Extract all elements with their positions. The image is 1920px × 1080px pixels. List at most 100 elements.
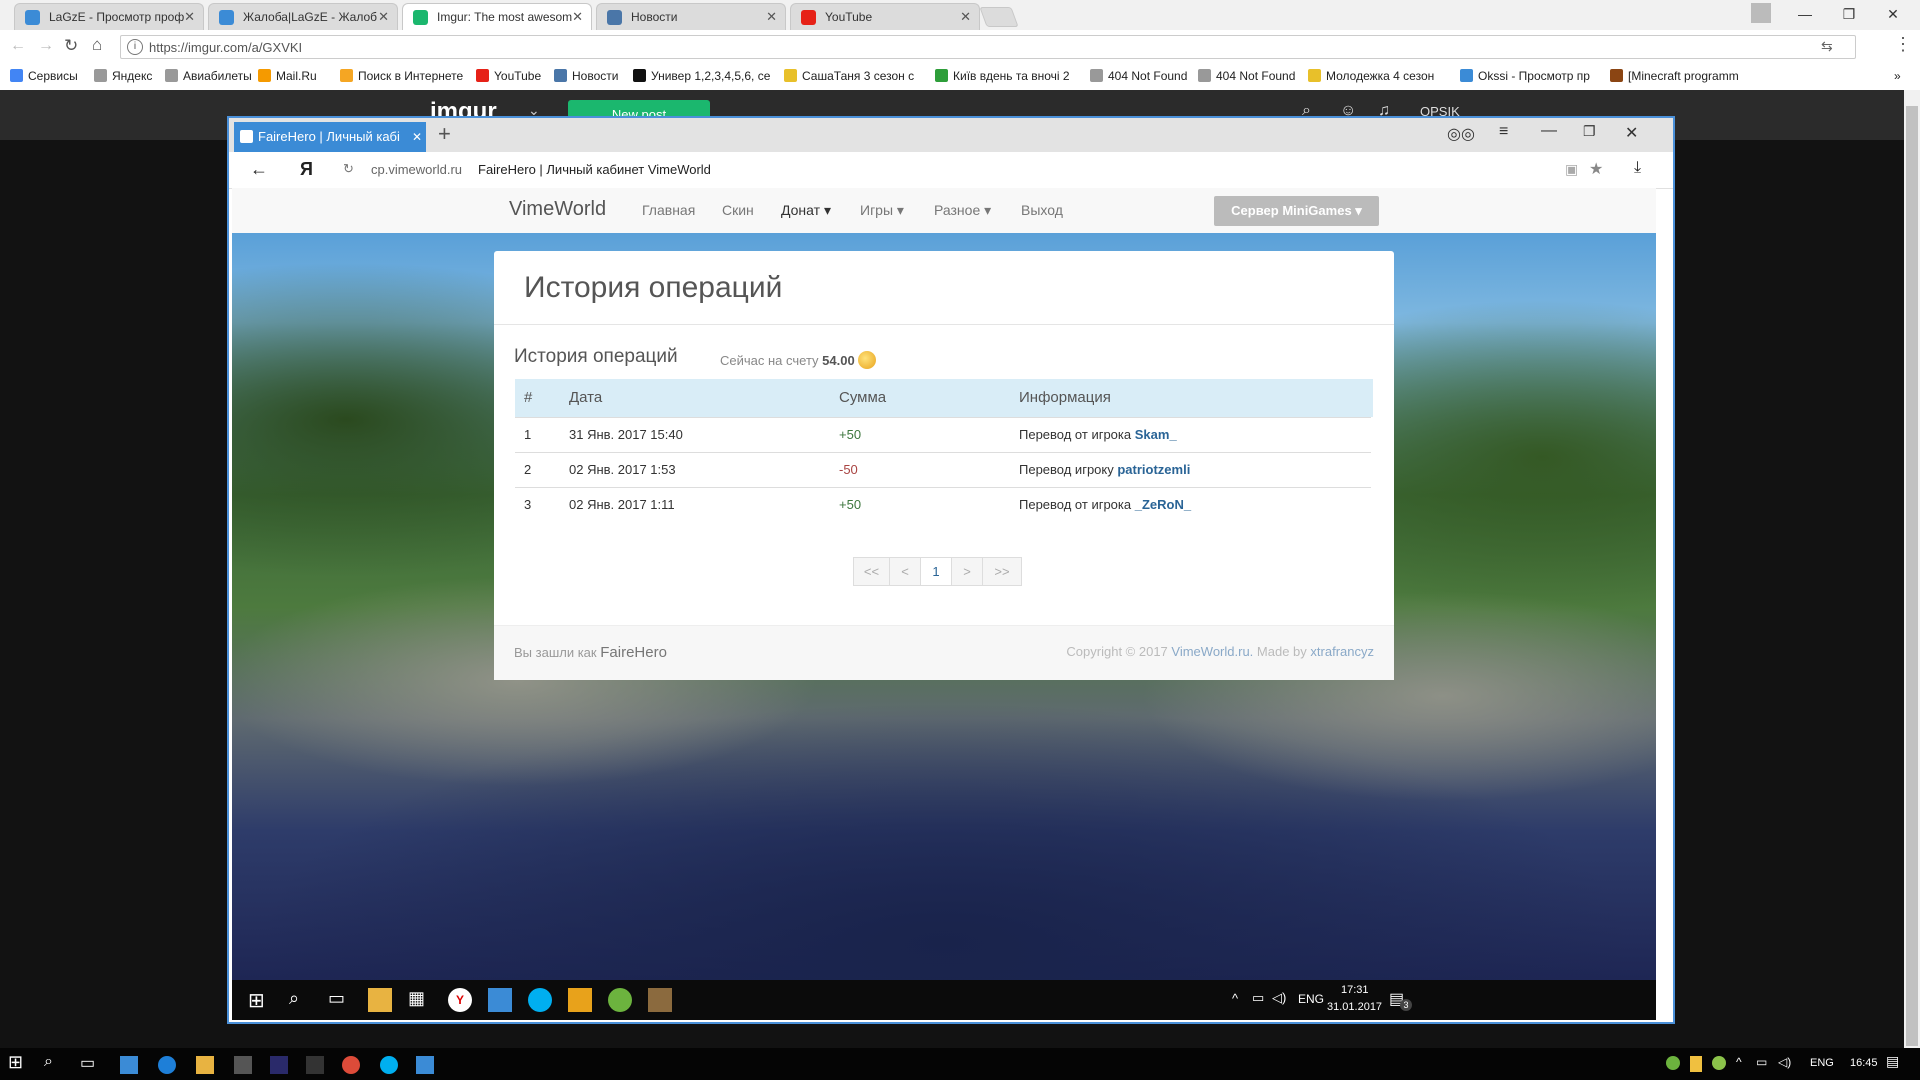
photoshop-icon[interactable]: [270, 1056, 288, 1074]
download-icon[interactable]: ⤓: [1634, 159, 1641, 177]
file-explorer-icon[interactable]: [196, 1056, 214, 1074]
site-brand[interactable]: VimeWorld: [509, 198, 606, 221]
bookmark-item[interactable]: Mail.Ru: [258, 69, 317, 83]
home-icon[interactable]: ⌂: [92, 35, 102, 55]
restore-icon[interactable]: ❐: [1826, 0, 1872, 30]
minecraft-icon[interactable]: [648, 988, 672, 1012]
bookmark-item[interactable]: Сервисы: [10, 69, 78, 83]
bookmark-item[interactable]: Okssi - Просмотр пр: [1460, 69, 1590, 83]
bookmark-item[interactable]: СашаТаня 3 сезон с: [784, 69, 914, 83]
chrome-icon[interactable]: [342, 1056, 360, 1074]
browser-tab[interactable]: LaGzE - Просмотр проф ✕: [14, 3, 204, 30]
profile-icon[interactable]: [1738, 0, 1784, 30]
store-icon[interactable]: ▦: [408, 988, 432, 1012]
app-icon[interactable]: [120, 1056, 138, 1074]
author-link[interactable]: xtrafrancyz: [1310, 644, 1374, 659]
utorrent-icon[interactable]: [608, 988, 632, 1012]
yandex-tab-active[interactable]: FaireHero | Личный кабі ✕: [234, 122, 426, 152]
info-icon[interactable]: i: [127, 39, 143, 55]
page-first[interactable]: <<: [853, 557, 890, 586]
vimeworld-icon[interactable]: [488, 988, 512, 1012]
network-icon[interactable]: ▭: [1252, 990, 1264, 1006]
task-view-icon[interactable]: ▭: [328, 988, 352, 1012]
file-explorer-icon[interactable]: [368, 988, 392, 1012]
nav-item-games[interactable]: Игры ▾: [860, 202, 904, 219]
bookmark-item[interactable]: 404 Not Found: [1090, 69, 1187, 83]
address-bar[interactable]: i https://imgur.com/a/GXVKI ⇆: [120, 35, 1856, 59]
close-tab-icon[interactable]: ✕: [412, 122, 422, 152]
skype-icon[interactable]: [528, 988, 552, 1012]
lock-icon[interactable]: ▣: [1565, 161, 1578, 178]
nav-item-logout[interactable]: Выход: [1021, 202, 1063, 218]
close-tab-icon[interactable]: ✕: [184, 4, 195, 30]
restore-icon[interactable]: ❐: [1583, 123, 1596, 140]
add-tab-icon[interactable]: +: [438, 121, 451, 147]
nav-item-misc[interactable]: Разное ▾: [934, 202, 991, 219]
close-window-icon[interactable]: ✕: [1625, 123, 1638, 143]
yandex-browser-icon[interactable]: Y: [448, 988, 472, 1012]
bookmark-item[interactable]: Универ 1,2,3,4,5,6, се: [633, 69, 770, 83]
reload-icon[interactable]: ↻: [64, 36, 78, 56]
server-select-button[interactable]: Сервер MiniGames ▾: [1214, 196, 1379, 226]
input-language[interactable]: ENG: [1810, 1057, 1834, 1069]
vimeworld-icon[interactable]: [416, 1056, 434, 1074]
nav-item-home[interactable]: Главная: [642, 202, 695, 218]
reload-icon[interactable]: ↻: [343, 161, 354, 177]
close-tab-icon[interactable]: ✕: [766, 4, 777, 30]
browser-tab-active[interactable]: Imgur: The most awesom ✕: [402, 3, 592, 30]
close-tab-icon[interactable]: ✕: [572, 4, 583, 30]
volume-icon[interactable]: ◁): [1272, 990, 1286, 1006]
bookmark-item[interactable]: 404 Not Found: [1198, 69, 1295, 83]
page-next[interactable]: >: [951, 557, 983, 586]
edge-icon[interactable]: [158, 1056, 176, 1074]
url-domain[interactable]: cp.vimeworld.ru: [371, 162, 462, 177]
clock-date[interactable]: 31.01.2017: [1327, 1001, 1382, 1013]
bookmark-item[interactable]: Новости: [554, 69, 618, 83]
player-link[interactable]: _ZeRoN_: [1135, 497, 1191, 512]
clock-time[interactable]: 17:31: [1341, 984, 1369, 996]
bookmark-item[interactable]: Яндекс: [94, 69, 152, 83]
close-tab-icon[interactable]: ✕: [960, 4, 971, 30]
new-tab-button[interactable]: [979, 7, 1019, 27]
page-last[interactable]: >>: [982, 557, 1022, 586]
nav-item-skin[interactable]: Скин: [722, 202, 754, 218]
windows-start-icon[interactable]: ⊞: [8, 1052, 26, 1072]
notifications-icon[interactable]: ▤: [1886, 1053, 1904, 1071]
minimize-icon[interactable]: —: [1541, 122, 1557, 140]
bookmark-item[interactable]: Київ вдень та вночі 2: [935, 69, 1070, 83]
bookmark-star-icon[interactable]: ★: [1589, 159, 1603, 179]
menu-icon[interactable]: ≡: [1499, 123, 1508, 141]
skype-icon[interactable]: [380, 1056, 398, 1074]
tray-app-icon[interactable]: [1666, 1056, 1680, 1070]
close-window-icon[interactable]: ✕: [1870, 0, 1916, 30]
url-page-title[interactable]: FaireHero | Личный кабинет VimeWorld: [478, 162, 711, 177]
browser-tab[interactable]: YouTube ✕: [790, 3, 980, 30]
back-icon[interactable]: ←: [10, 37, 26, 55]
page-prev[interactable]: <: [889, 557, 921, 586]
translate-icon[interactable]: ⇆: [1821, 38, 1833, 55]
bookmark-item[interactable]: Авиабилеты: [165, 69, 252, 83]
menu-icon[interactable]: ⋮: [1894, 34, 1912, 55]
player-link[interactable]: patriotzemli: [1117, 462, 1190, 477]
windows-start-icon[interactable]: ⊞: [248, 988, 272, 1012]
glasses-icon[interactable]: ◎◎: [1447, 124, 1475, 144]
nav-item-donate[interactable]: Донат ▾: [781, 202, 831, 219]
bookmark-item[interactable]: [Minecraft programm: [1610, 69, 1739, 83]
tray-app-icon[interactable]: [1690, 1056, 1702, 1072]
close-tab-icon[interactable]: ✕: [378, 4, 389, 30]
back-icon[interactable]: ←: [250, 159, 268, 180]
tray-app-icon[interactable]: [1712, 1056, 1726, 1070]
more-bookmarks-icon[interactable]: »: [1894, 69, 1901, 83]
tray-chevron-icon[interactable]: ^: [1736, 1055, 1754, 1073]
bookmark-item[interactable]: YouTube: [476, 69, 541, 83]
tray-chevron-icon[interactable]: ^: [1232, 991, 1238, 1006]
app-icon[interactable]: [234, 1056, 252, 1074]
network-icon[interactable]: ▭: [1756, 1055, 1774, 1073]
yandex-logo-icon[interactable]: Я: [300, 159, 313, 180]
bookmark-item[interactable]: Поиск в Интернете: [340, 69, 463, 83]
browser-tab[interactable]: Жалоба|LaGzE - Жалоб ✕: [208, 3, 398, 30]
site-link[interactable]: VimeWorld.ru.: [1171, 644, 1253, 659]
page-current[interactable]: 1: [920, 557, 952, 586]
forward-icon[interactable]: →: [38, 37, 54, 55]
task-view-icon[interactable]: ▭: [80, 1053, 98, 1072]
